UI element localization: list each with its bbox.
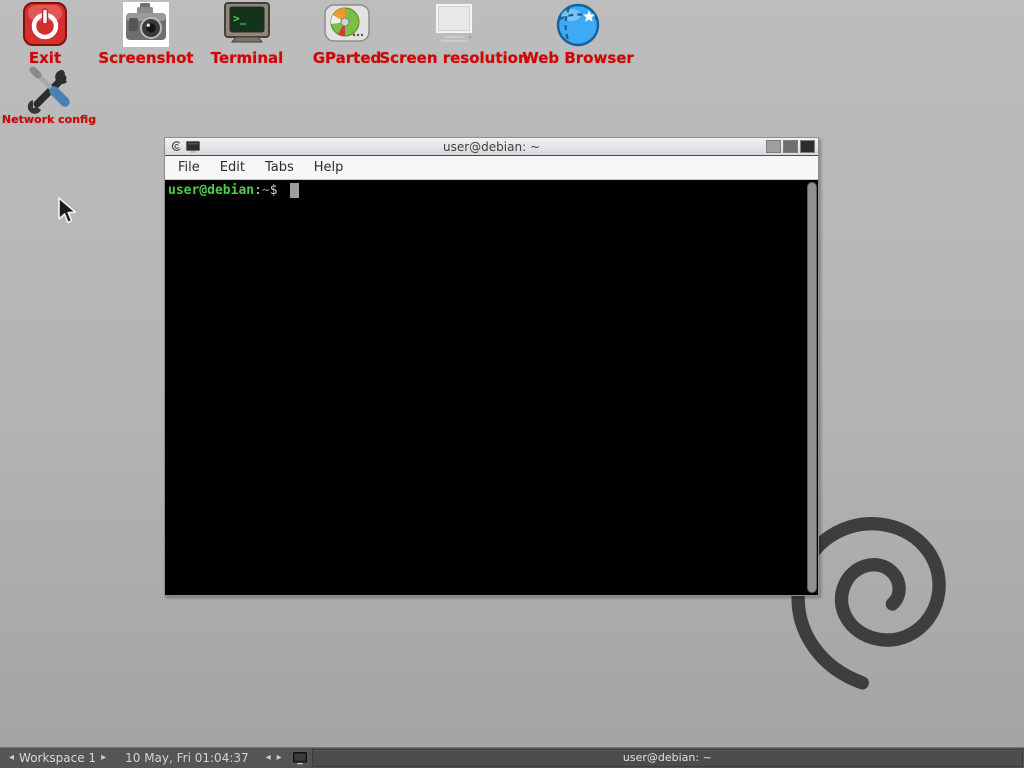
desktop-icon-terminal[interactable]: >_ Terminal [201,2,293,67]
globe-icon [555,2,601,48]
shell-prompt: user@debian:~$ [165,180,818,198]
terminal-app-icon [186,141,200,153]
clock: 10 May, Fri 01:04:37 [125,751,249,765]
prompt-dollar: $ [270,183,286,198]
menu-file[interactable]: File [168,156,210,179]
terminal-scrollbar[interactable] [807,182,817,593]
disk-partition-icon [324,2,370,48]
crossed-tools-icon [23,66,75,112]
monitor-icon [429,2,479,48]
menu-edit[interactable]: Edit [210,156,255,179]
desktop-icon-label: Screenshot [98,49,193,67]
workspace-prev-arrow[interactable]: ◂ [6,748,17,768]
menu-tabs[interactable]: Tabs [255,156,304,179]
workspace-label[interactable]: Workspace 1 [17,751,98,765]
minimize-button[interactable] [766,140,781,153]
show-desktop-icon[interactable] [293,752,307,765]
desktop-icon-label: Web Browser [522,49,634,67]
task-next-arrow[interactable]: ▸ [274,748,285,768]
desktop-icon-label: GParted [313,49,382,67]
desktop-icon-network-config[interactable]: Network config [0,66,98,126]
desktop-icon-exit[interactable]: Exit [6,2,84,67]
text-cursor [290,183,299,198]
prompt-user-host: user@debian [168,183,254,198]
task-button-terminal[interactable]: user@debian: ~ [312,749,1023,767]
menu-help[interactable]: Help [304,156,354,179]
workspace-next-arrow[interactable]: ▸ [98,748,109,768]
terminal-window: user@debian: ~ File Edit Tabs Help user@… [164,137,819,596]
window-titlebar[interactable]: user@debian: ~ [165,138,818,156]
task-prev-arrow[interactable]: ◂ [263,748,274,768]
window-title: user@debian: ~ [165,140,818,154]
mouse-cursor [57,197,79,225]
crt-terminal-icon: >_ [223,2,271,48]
taskbar: ◂ Workspace 1 ▸ 10 May, Fri 01:04:37 ◂ ▸… [0,747,1024,768]
desktop-icon-web-browser[interactable]: Web Browser [523,2,633,67]
terminal-content[interactable]: user@debian:~$ [165,180,818,595]
power-icon [23,2,67,48]
terminal-menubar: File Edit Tabs Help [165,156,818,180]
desktop-icon-label: Terminal [211,49,284,67]
close-button[interactable] [800,140,815,153]
desktop-icon-screenshot[interactable]: Screenshot [95,2,197,67]
desktop-icon-label: Network config [2,113,96,126]
prompt-path: ~ [262,183,270,198]
desktop-icon-label: Screen resolution [379,49,528,67]
debian-swirl-icon [170,140,182,153]
prompt-colon: : [254,183,262,198]
camera-icon [123,2,169,48]
maximize-button[interactable] [783,140,798,153]
desktop-icon-screen-resolution[interactable]: Screen resolution [385,2,523,67]
terminal-glyph: >_ [233,12,247,25]
desktop-icon-label: Exit [29,49,61,67]
scrollbar-thumb[interactable] [807,182,817,593]
